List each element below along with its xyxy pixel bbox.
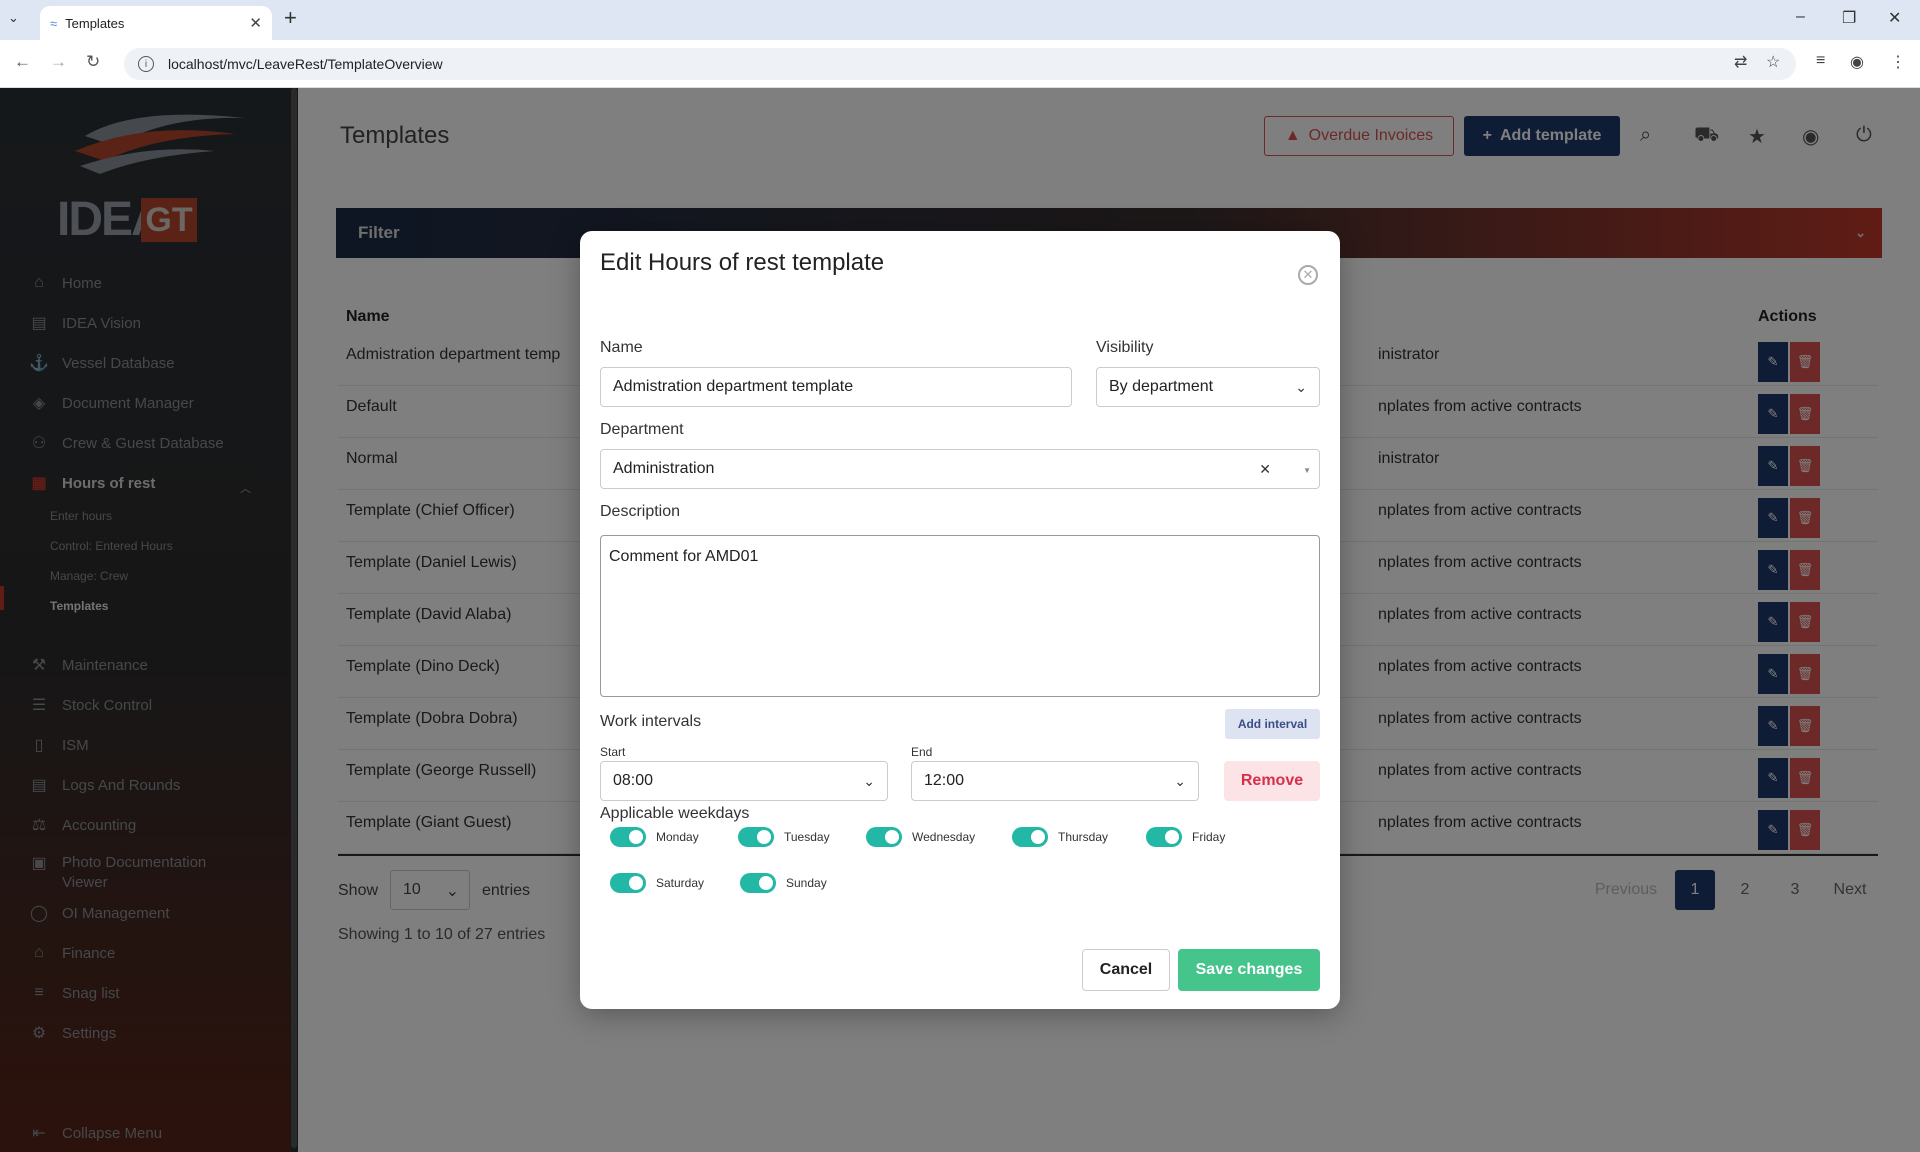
media-icon[interactable]: ≡ [1816,52,1825,70]
dropdown-arrow-icon[interactable]: ▼ [1303,466,1311,475]
tab-title: Templates [65,15,125,31]
toggle-wednesday[interactable]: Wednesday [866,827,975,847]
forward-icon[interactable]: → [50,52,67,72]
toggle-switch[interactable] [610,827,646,847]
name-value: Admistration department template [613,378,854,395]
start-time-select[interactable]: 08:00 ⌄ [600,761,888,801]
browser-menu-icon[interactable]: ⋮ [1890,52,1906,72]
weekday-label: Saturday [656,876,705,890]
toggle-tuesday[interactable]: Tuesday [738,827,830,847]
department-label: Department [600,421,684,438]
toggle-thursday[interactable]: Thursday [1012,827,1108,847]
remove-interval-button[interactable]: Remove [1224,761,1320,801]
tab-close-icon[interactable]: ✕ [249,14,262,32]
profile-icon[interactable]: ◉ [1850,52,1864,72]
restore-icon[interactable]: ❐ [1842,8,1856,28]
toggle-monday[interactable]: Monday [610,827,699,847]
edit-template-modal: Edit Hours of rest template ✕ Name Admis… [580,231,1340,1009]
toggle-switch[interactable] [738,827,774,847]
toggle-switch[interactable] [610,873,646,893]
close-icon[interactable]: ✕ [1298,265,1318,285]
chevron-down-icon: ⌄ [863,772,875,789]
toggle-saturday[interactable]: Saturday [610,873,704,893]
visibility-select[interactable]: By department ⌄ [1096,367,1320,407]
description-textarea[interactable]: Comment for AMD01 [600,535,1320,697]
browser-navbar: ← → ↻ i localhost/mvc/LeaveRest/Template… [0,40,1920,88]
end-label: End [911,745,933,759]
toggle-switch[interactable] [740,873,776,893]
add-interval-button[interactable]: Add interval [1225,709,1320,739]
site-info-icon[interactable]: i [138,56,154,72]
app: IDEA GT ⌂Home▤IDEA Vision⚓Vessel Databas… [0,88,1920,1152]
start-label: Start [600,745,626,759]
chevron-down-icon: ⌄ [1295,378,1307,395]
chevron-down-icon: ⌄ [1174,772,1186,789]
start-time-value: 08:00 [613,772,654,789]
description-value: Comment for AMD01 [609,548,759,565]
weekday-label: Wednesday [912,830,976,844]
minimize-icon[interactable]: – [1796,8,1805,26]
window-close-icon[interactable]: ✕ [1888,8,1901,28]
work-intervals-label: Work intervals [600,713,702,730]
browser-tabbar: ⌄ ≈ Templates ✕ + – ❐ ✕ [0,0,1920,40]
url-text: localhost/mvc/LeaveRest/TemplateOverview [168,56,443,72]
weekday-label: Tuesday [784,830,830,844]
toggle-switch[interactable] [866,827,902,847]
back-icon[interactable]: ← [14,52,31,72]
weekday-label: Thursday [1058,830,1109,844]
visibility-label: Visibility [1096,339,1154,356]
browser-tab[interactable]: ≈ Templates ✕ [40,6,272,40]
department-select[interactable]: Administration ✕ ▼ [600,449,1320,489]
favicon-icon: ≈ [50,15,58,31]
visibility-value: By department [1109,378,1214,395]
toggle-sunday[interactable]: Sunday [740,873,827,893]
description-label: Description [600,503,681,520]
name-field[interactable]: Admistration department template [600,367,1072,407]
weekdays-label: Applicable weekdays [600,805,750,822]
bookmark-star-icon[interactable]: ☆ [1766,52,1780,72]
department-value: Administration [613,460,715,477]
translate-icon[interactable]: ⇄ [1734,52,1747,72]
address-bar[interactable]: i localhost/mvc/LeaveRest/TemplateOvervi… [124,48,1796,80]
weekday-label: Monday [656,830,699,844]
clear-selection-icon[interactable]: ✕ [1259,461,1271,478]
modal-title: Edit Hours of rest template [600,249,885,276]
end-time-value: 12:00 [924,772,965,789]
toggle-switch[interactable] [1146,827,1182,847]
cancel-button[interactable]: Cancel [1082,949,1170,991]
reload-icon[interactable]: ↻ [86,52,100,72]
toggle-friday[interactable]: Friday [1146,827,1225,847]
save-changes-button[interactable]: Save changes [1178,949,1320,991]
end-time-select[interactable]: 12:00 ⌄ [911,761,1199,801]
tab-list-chevron-icon[interactable]: ⌄ [8,10,19,26]
weekday-label: Sunday [786,876,827,890]
weekday-label: Friday [1192,830,1226,844]
toggle-switch[interactable] [1012,827,1048,847]
new-tab-icon[interactable]: + [284,5,297,31]
name-label: Name [600,339,643,356]
